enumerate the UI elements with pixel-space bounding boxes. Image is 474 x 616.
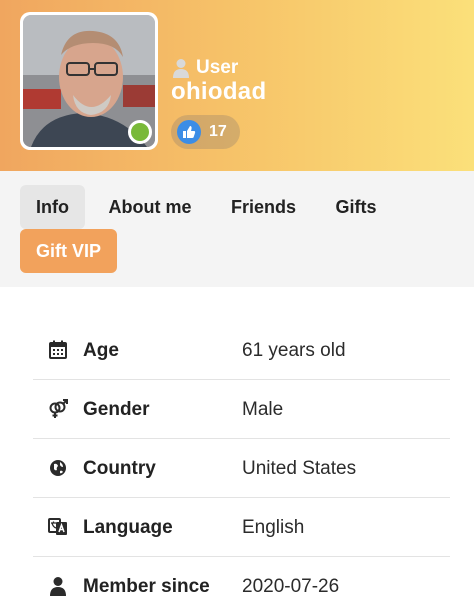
info-label: Gender [83, 399, 150, 420]
info-value: United States [242, 458, 357, 479]
info-label: Language [83, 517, 173, 538]
info-list: Age 61 years old Gender Male Country Uni… [33, 321, 450, 616]
info-row-member-since: Member since 2020-07-26 [33, 557, 450, 616]
tab-friends[interactable]: Friends [220, 185, 307, 229]
language-icon [48, 518, 67, 535]
tab-gifts[interactable]: Gifts [325, 185, 387, 229]
online-status-indicator [128, 120, 152, 144]
info-label: Country [83, 458, 156, 479]
likes-button[interactable]: 17 [171, 115, 240, 149]
info-row-country: Country United States [33, 439, 450, 498]
person-icon [50, 577, 66, 596]
info-label: Age [83, 340, 119, 361]
info-row-language: Language English [33, 498, 450, 557]
globe-icon [50, 460, 66, 476]
info-label: Member since [83, 576, 210, 597]
info-row-age: Age 61 years old [33, 321, 450, 380]
role-label: User [196, 57, 239, 78]
username: ohiodad [171, 78, 267, 105]
role-row: User [172, 57, 238, 79]
calendar-icon [49, 340, 67, 359]
info-value: Male [242, 399, 284, 420]
profile-header: User ohiodad 17 [0, 0, 474, 171]
tab-about-me[interactable]: About me [99, 185, 201, 229]
info-value: English [242, 517, 305, 538]
user-icon [173, 59, 189, 78]
info-value: 61 years old [242, 340, 346, 361]
info-row-gender: Gender Male [33, 380, 450, 439]
info-value: 2020-07-26 [242, 576, 340, 597]
thumbs-up-icon [177, 120, 201, 144]
gift-vip-button[interactable]: Gift VIP [20, 229, 117, 273]
tab-info[interactable]: Info [20, 185, 85, 229]
likes-count: 17 [209, 123, 227, 140]
tabs-area: Info About me Friends Gifts Gift VIP [0, 171, 474, 287]
gender-icon [49, 399, 68, 418]
